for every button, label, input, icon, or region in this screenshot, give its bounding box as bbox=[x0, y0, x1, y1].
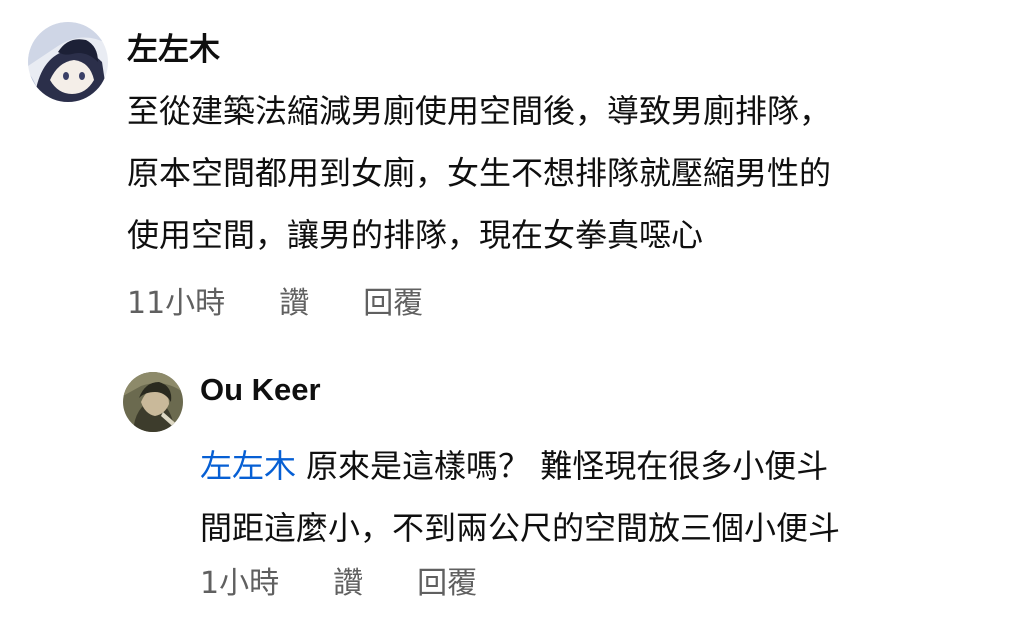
reply-timestamp: 1小時 bbox=[200, 566, 280, 601]
reply-text: 原來是這樣嗎？ 難怪現在很多小便斗 bbox=[306, 447, 829, 485]
reply-author[interactable]: Ou Keer bbox=[200, 370, 321, 410]
anime-character-avatar-icon bbox=[28, 22, 108, 102]
reply-button[interactable]: 回覆 bbox=[363, 282, 423, 326]
reply-body-line: 左左木 原來是這樣嗎？ 難怪現在很多小便斗 bbox=[200, 435, 1000, 497]
reply-body: 左左木 原來是這樣嗎？ 難怪現在很多小便斗 間距這麼小，不到兩公尺的空間放三個小便… bbox=[200, 435, 1000, 559]
mention-link[interactable]: 左左木 bbox=[200, 447, 296, 485]
comment-body-line: 至從建築法縮減男廁使用空間後，導致男廁排隊， bbox=[127, 92, 832, 130]
comment-body: 至從建築法縮減男廁使用空間後，導致男廁排隊， 原本空間都用到女廁，女生不想排隊就… bbox=[127, 80, 997, 266]
reply-avatar[interactable] bbox=[123, 372, 183, 432]
comment-body-line: 原本空間都用到女廁，女生不想排隊就壓縮男性的 bbox=[127, 154, 832, 192]
like-button[interactable]: 讚 bbox=[333, 562, 363, 606]
comment-author[interactable]: 左左木 bbox=[127, 30, 220, 70]
comment-body-line: 使用空間，讓男的排隊，現在女拳真噁心 bbox=[127, 216, 704, 254]
character-portrait-avatar-icon bbox=[123, 372, 183, 432]
reply-comment: Ou Keer 左左木 原來是這樣嗎？ 難怪現在很多小便斗 間距這麼小，不到兩公尺… bbox=[0, 340, 1024, 637]
reply-button[interactable]: 回覆 bbox=[417, 562, 477, 606]
comment: 左左木 至從建築法縮減男廁使用空間後，導致男廁排隊， 原本空間都用到女廁，女生不… bbox=[0, 0, 1024, 340]
comment-timestamp: 11小時 bbox=[127, 286, 226, 321]
comment-actions: 11小時 讚 回覆 bbox=[127, 282, 423, 326]
avatar[interactable] bbox=[28, 22, 108, 102]
like-button[interactable]: 讚 bbox=[279, 282, 309, 326]
reply-actions: 1小時 讚 回覆 bbox=[200, 562, 477, 606]
reply-body-line: 間距這麼小，不到兩公尺的空間放三個小便斗 bbox=[200, 509, 841, 547]
